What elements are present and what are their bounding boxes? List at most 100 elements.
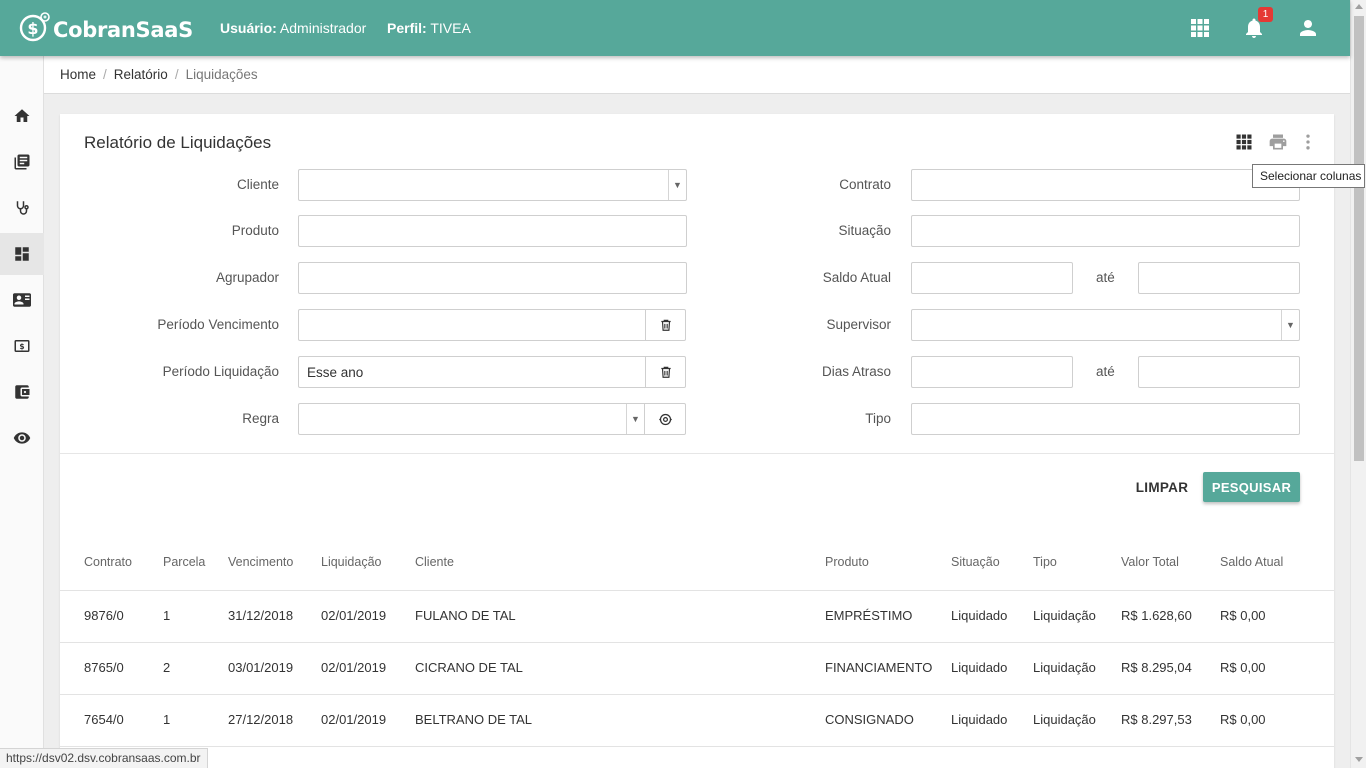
- column-header-situacao[interactable]: Situação: [951, 555, 1000, 569]
- periodo-vencimento-label: Período Vencimento: [157, 317, 279, 332]
- saldo-atual-to-field[interactable]: [1138, 262, 1300, 294]
- cell-valor-total: R$ 1.628,60: [1121, 608, 1192, 623]
- column-header-valor-total[interactable]: Valor Total: [1121, 555, 1179, 569]
- sidebar-item-library[interactable]: [0, 141, 44, 183]
- cell-tipo: Liquidação: [1033, 660, 1096, 675]
- column-header-contrato[interactable]: Contrato: [84, 555, 132, 569]
- column-header-vencimento[interactable]: Vencimento: [228, 555, 293, 569]
- table-row[interactable]: 7654/0 1 27/12/2018 02/01/2019 BELTRANO …: [60, 694, 1334, 746]
- library-books-icon: [14, 154, 30, 170]
- column-header-liquidacao[interactable]: Liquidação: [321, 555, 381, 569]
- page-title: Relatório de Liquidações: [84, 133, 272, 152]
- user-info: Usuário: Administrador: [220, 20, 366, 36]
- top-bar: $ CobranSaaS Usuário: Administrador Perf…: [0, 0, 1350, 56]
- trash-icon: [660, 319, 671, 331]
- logo-icon: $: [19, 12, 50, 42]
- print-icon[interactable]: [1268, 132, 1288, 152]
- periodo-liquidacao-field[interactable]: [298, 356, 646, 388]
- contact-card-icon: [13, 293, 31, 307]
- periodo-liquidacao-label: Período Liquidação: [162, 364, 279, 379]
- app-name: CobranSaaS: [53, 17, 193, 42]
- table-row[interactable]: 9876/0 1 31/12/2018 02/01/2019 FULANO DE…: [60, 590, 1334, 642]
- breadcrumb-home[interactable]: Home: [60, 67, 96, 82]
- periodo-vencimento-field[interactable]: [298, 309, 646, 341]
- breadcrumb-separator: /: [103, 67, 107, 82]
- dias-atraso-to-field[interactable]: [1138, 356, 1300, 388]
- trash-icon: [660, 366, 671, 378]
- apps-grid-icon[interactable]: [1188, 16, 1212, 40]
- column-header-tipo[interactable]: Tipo: [1033, 555, 1057, 569]
- report-card: Relatório de Liquidações Cliente ▼ Produ…: [60, 114, 1334, 768]
- saldo-atual-from-field[interactable]: [911, 262, 1073, 294]
- sidebar-item-home[interactable]: [0, 95, 44, 137]
- cell-liquidacao: 02/01/2019: [321, 660, 387, 675]
- sidebar-item-dashboard[interactable]: [0, 233, 44, 275]
- cell-situacao: Liquidado: [951, 660, 1008, 675]
- cliente-select[interactable]: [298, 169, 687, 201]
- clear-vencimento-button[interactable]: [646, 309, 686, 341]
- range-separator: até: [1096, 364, 1115, 379]
- chevron-down-icon[interactable]: ▼: [626, 404, 644, 434]
- dias-atraso-label: Dias Atraso: [821, 364, 891, 379]
- sidebar-item-stethoscope[interactable]: [0, 187, 44, 229]
- cell-saldo-atual: R$ 0,00: [1220, 660, 1266, 675]
- user-account-icon[interactable]: [1296, 16, 1320, 40]
- column-header-saldo-atual[interactable]: Saldo Atual: [1220, 555, 1283, 569]
- sidebar-item-wallet[interactable]: [0, 371, 44, 413]
- cell-vencimento: 27/12/2018: [228, 712, 294, 727]
- scrollbar-thumb[interactable]: [1354, 16, 1364, 461]
- select-columns-icon[interactable]: [1234, 132, 1254, 152]
- eye-icon: [13, 432, 31, 444]
- dias-atraso-from-field[interactable]: [911, 356, 1073, 388]
- cell-saldo-atual: R$ 0,00: [1220, 608, 1266, 623]
- agrupador-field[interactable]: [298, 262, 687, 294]
- cell-vencimento: 03/01/2019: [228, 660, 294, 675]
- chevron-down-icon[interactable]: ▼: [668, 170, 686, 200]
- range-separator: até: [1096, 270, 1115, 285]
- breadcrumb-report[interactable]: Relatório: [114, 67, 168, 82]
- page-scrollbar[interactable]: [1350, 0, 1366, 768]
- cell-produto: CONSIGNADO: [825, 712, 914, 727]
- situacao-label: Situação: [838, 223, 891, 238]
- view-rule-button[interactable]: [645, 403, 686, 435]
- column-header-cliente[interactable]: Cliente: [415, 555, 454, 569]
- scroll-down-arrow-icon[interactable]: [1355, 757, 1363, 762]
- cell-cliente: CICRANO DE TAL: [415, 660, 523, 675]
- cell-valor-total: R$ 8.295,04: [1121, 660, 1192, 675]
- chevron-down-icon[interactable]: ▼: [1281, 310, 1299, 340]
- cell-valor-total: R$ 8.297,53: [1121, 712, 1192, 727]
- sidebar-item-monitor[interactable]: [0, 417, 44, 459]
- search-button[interactable]: PESQUISAR: [1203, 472, 1300, 502]
- cell-produto: FINANCIAMENTO: [825, 660, 933, 675]
- tipo-field[interactable]: [911, 403, 1300, 435]
- clear-button[interactable]: LIMPAR: [1128, 472, 1196, 502]
- app-logo[interactable]: $ CobranSaaS: [19, 11, 193, 43]
- more-vert-icon[interactable]: [1298, 132, 1318, 152]
- cell-contrato: 9876/0: [84, 608, 124, 623]
- sidebar-item-billing[interactable]: $: [0, 325, 44, 367]
- situacao-field[interactable]: [911, 215, 1300, 247]
- table-row[interactable]: [60, 746, 1334, 768]
- profile-info: Perfil: TIVEA: [387, 20, 471, 36]
- supervisor-select[interactable]: [911, 309, 1300, 341]
- profile-label: Perfil:: [387, 20, 427, 36]
- column-header-parcela[interactable]: Parcela: [163, 555, 205, 569]
- scroll-up-arrow-icon[interactable]: [1355, 4, 1363, 9]
- sidebar-item-contacts[interactable]: [0, 279, 44, 321]
- produto-label: Produto: [231, 223, 279, 238]
- home-icon: [14, 109, 30, 122]
- cell-parcela: 1: [163, 608, 171, 623]
- regra-select[interactable]: [298, 403, 645, 435]
- divider: [60, 453, 1334, 454]
- browser-status-url: https://dsv02.dsv.cobransaas.com.br: [0, 748, 208, 768]
- produto-field[interactable]: [298, 215, 687, 247]
- column-header-produto[interactable]: Produto: [825, 555, 869, 569]
- tipo-label: Tipo: [865, 411, 891, 426]
- regra-label: Regra: [242, 411, 279, 426]
- clear-liquidacao-button[interactable]: [646, 356, 686, 388]
- select-columns-tooltip: Selecionar colunas: [1252, 164, 1365, 188]
- cell-tipo: Liquidação: [1033, 712, 1096, 727]
- cell-parcela: 2: [163, 660, 171, 675]
- table-row[interactable]: 8765/0 2 03/01/2019 02/01/2019 CICRANO D…: [60, 642, 1334, 694]
- contrato-field[interactable]: [911, 169, 1300, 201]
